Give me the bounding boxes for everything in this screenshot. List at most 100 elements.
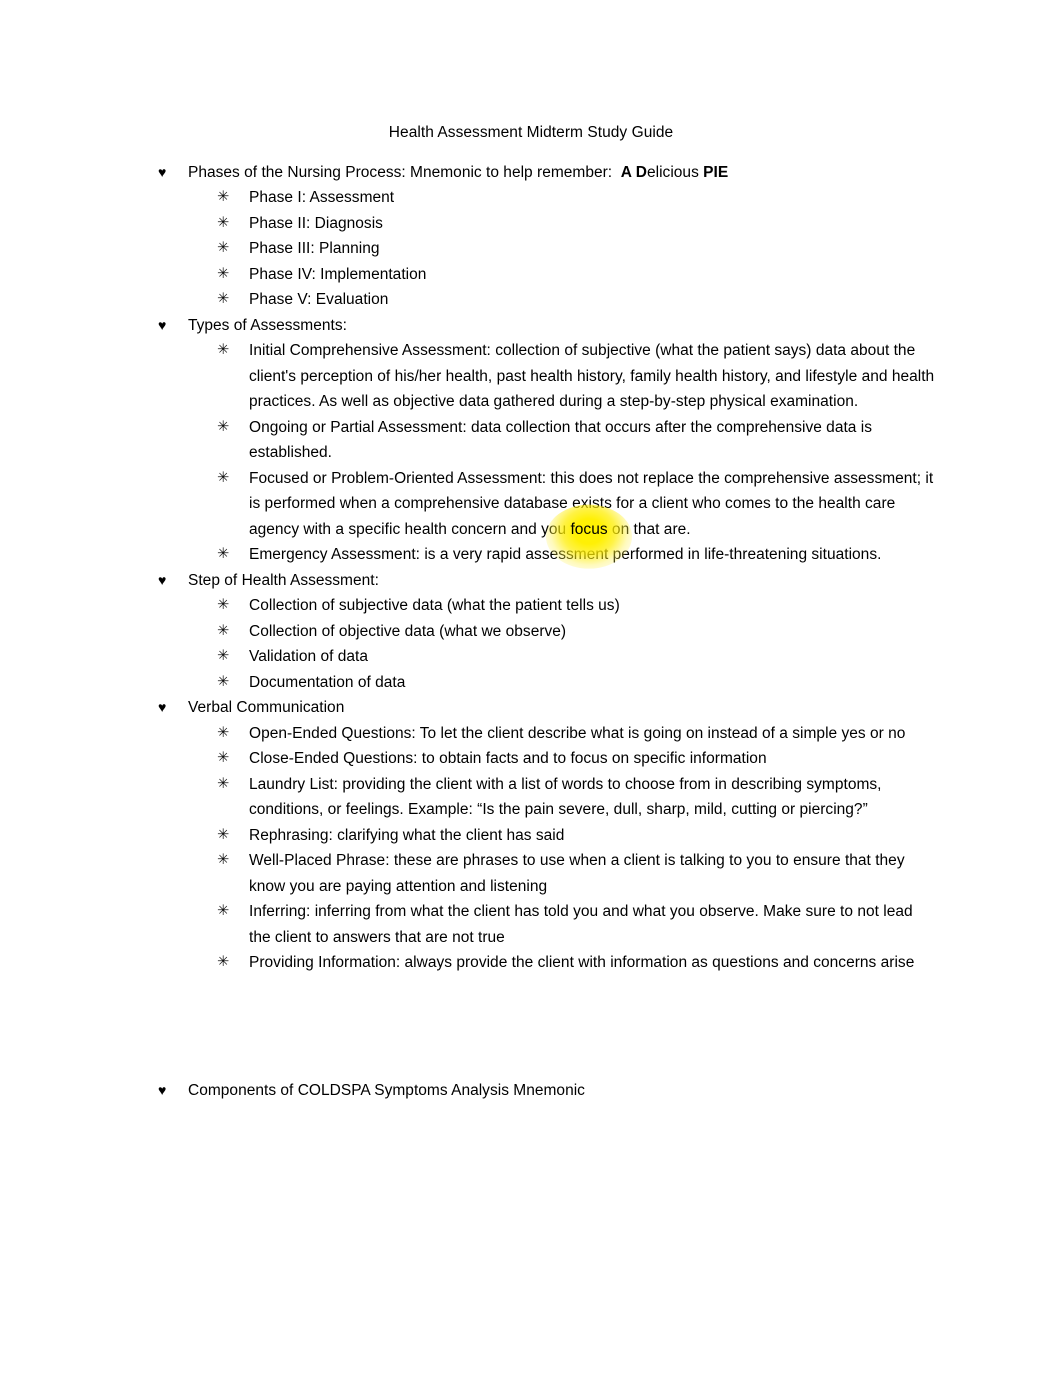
list-item: ✳ Phase I: Assessment (0, 185, 1062, 211)
section-heading-coldspa: ♥ Components of COLDSPA Symptoms Analysi… (0, 1078, 1062, 1104)
sublist-verbal: ✳ Open-Ended Questions: To let the clien… (0, 721, 1062, 976)
list-item-text: Collection of subjective data (what the … (249, 597, 620, 614)
asterisk-bullet-icon: ✳ (217, 750, 230, 766)
section-coldspa: ♥ Components of COLDSPA Symptoms Analysi… (0, 1078, 1062, 1104)
heart-bullet-icon: ♥ (158, 571, 167, 588)
section-heading-phases: ♥ Phases of the Nursing Process: Mnemoni… (0, 160, 1062, 186)
list-item-text: Collection of objective data (what we ob… (249, 622, 567, 640)
list-item-line: ✳ Documentation of data (0, 670, 1062, 696)
page-title: Health Assessment Midterm Study Guide (388, 124, 674, 141)
list-item: ✳ Providing Information: always provide … (0, 950, 1062, 976)
list-item: ✳ Collection of subjective data (what th… (0, 593, 1062, 619)
list-item-line: ✳ Providing Information: always provide … (0, 950, 1062, 976)
list-item-text: Close-Ended Questions: to obtain facts a… (249, 750, 767, 767)
list-item-line: ✳ Phase V: Evaluation (0, 287, 1062, 313)
section-heading-verbal: ♥ Verbal Communication (0, 695, 1062, 721)
list-item: ✳ Close-Ended Questions: to obtain facts… (0, 746, 1062, 772)
list-item-line: ✳ Focused or Problem-Oriented Assessment… (0, 466, 1062, 543)
list-item: ✳ Validation of data (0, 644, 1062, 670)
list-item-text: Well-Placed Phrase: these are phrases to… (249, 852, 905, 895)
list-item-focused-assessment: ✳ Focused or Problem-Oriented Assessment… (0, 466, 1062, 543)
list-item-line: ✳ Inferring: inferring from what the cli… (0, 899, 1062, 950)
asterisk-bullet-icon: ✳ (217, 291, 230, 307)
list-item-line: ✳ Well-Placed Phrase: these are phrases … (0, 848, 1062, 899)
asterisk-bullet-icon: ✳ (217, 673, 230, 690)
section-heading-steps: ♥ Step of Health Assessment: (0, 568, 1062, 594)
list-item-text: Providing Information: always provide th… (249, 954, 915, 971)
highlighted-word-focus: focus (570, 517, 607, 543)
vertical-gap (0, 976, 1062, 1078)
asterisk-bullet-icon: ✳ (217, 852, 230, 868)
asterisk-bullet-icon: ✳ (217, 342, 230, 358)
heading-text-part-1: Phases of the Nursing Process: Mnemonic … (188, 163, 621, 181)
asterisk-bullet-icon: ✳ (217, 775, 230, 792)
section-verbal-communication: ♥ Verbal Communication ✳ Open-Ended Ques… (0, 695, 1062, 976)
sublist-phases: ✳ Phase I: Assessment ✳ Phase II: Diagno… (0, 185, 1062, 313)
focused-text-after: on that are. (607, 520, 691, 538)
list-item-text: Phase III: Planning (249, 240, 380, 257)
list-item-text: Phase IV: Implementation (249, 265, 427, 283)
asterisk-bullet-icon: ✳ (217, 214, 230, 231)
list-item-line: ✳ Collection of objective data (what we … (0, 619, 1062, 645)
asterisk-bullet-icon: ✳ (217, 597, 230, 613)
blank-spacer-block (0, 976, 1062, 1078)
list-item: ✳ Open-Ended Questions: To let the clien… (0, 721, 1062, 747)
heading-bold-pie: PIE (703, 163, 729, 181)
list-item: ✳ Inferring: inferring from what the cli… (0, 899, 1062, 950)
list-item: ✳ Laundry List: providing the client wit… (0, 772, 1062, 823)
list-item-text: Rephrasing: clarifying what the client h… (249, 826, 565, 844)
list-item: ✳ Phase II: Diagnosis (0, 211, 1062, 237)
section-heading-types: ♥ Types of Assessments: (0, 313, 1062, 339)
list-item-text: Documentation of data (249, 673, 406, 691)
asterisk-bullet-icon: ✳ (217, 418, 230, 435)
outline-list: ♥ Phases of the Nursing Process: Mnemoni… (0, 160, 1062, 1104)
list-item-line: ✳ Close-Ended Questions: to obtain facts… (0, 746, 1062, 772)
asterisk-bullet-icon: ✳ (217, 265, 230, 282)
list-item-text: Inferring: inferring from what the clien… (249, 903, 913, 946)
asterisk-bullet-icon: ✳ (217, 240, 230, 256)
asterisk-bullet-icon: ✳ (217, 826, 230, 843)
section-phases-of-nursing-process: ♥ Phases of the Nursing Process: Mnemoni… (0, 160, 1062, 313)
list-item-line: ✳ Validation of data (0, 644, 1062, 670)
list-item: ✳ Phase V: Evaluation (0, 287, 1062, 313)
list-item: ✳ Ongoing or Partial Assessment: data co… (0, 415, 1062, 466)
list-item: ✳ Phase IV: Implementation (0, 262, 1062, 288)
heading-text: Components of COLDSPA Symptoms Analysis … (188, 1081, 585, 1099)
asterisk-bullet-icon: ✳ (217, 648, 230, 664)
list-item-text: Phase II: Diagnosis (249, 214, 383, 232)
heading-text-part-2: elicious (646, 163, 704, 181)
sublist-steps: ✳ Collection of subjective data (what th… (0, 593, 1062, 695)
section-types-of-assessments: ♥ Types of Assessments: ✳ Initial Compre… (0, 313, 1062, 568)
list-item: ✳ Initial Comprehensive Assessment: coll… (0, 338, 1062, 415)
list-item-text: Initial Comprehensive Assessment: collec… (249, 342, 935, 410)
asterisk-bullet-icon: ✳ (217, 622, 230, 639)
list-item-line: ✳ Emergency Assessment: is a very rapid … (0, 542, 1062, 568)
list-item: ✳ Emergency Assessment: is a very rapid … (0, 542, 1062, 568)
list-item: ✳ Documentation of data (0, 670, 1062, 696)
list-item: ✳ Rephrasing: clarifying what the client… (0, 823, 1062, 849)
list-item-line: ✳ Laundry List: providing the client wit… (0, 772, 1062, 823)
asterisk-bullet-icon: ✳ (217, 546, 230, 562)
list-item: ✳ Collection of objective data (what we … (0, 619, 1062, 645)
list-item-line: ✳ Rephrasing: clarifying what the client… (0, 823, 1062, 849)
list-item-text: Phase V: Evaluation (249, 291, 389, 308)
document-page: Health Assessment Midterm Study Guide ♥ … (0, 0, 1062, 1377)
heart-bullet-icon: ♥ (158, 316, 167, 333)
list-item-text: Ongoing or Partial Assessment: data coll… (249, 418, 872, 462)
asterisk-bullet-icon: ✳ (217, 189, 230, 205)
list-item-text: Laundry List: providing the client with … (249, 775, 882, 819)
heart-bullet-icon: ♥ (158, 163, 167, 180)
title-spacer (0, 146, 1062, 160)
list-item-line: ✳ Ongoing or Partial Assessment: data co… (0, 415, 1062, 466)
list-item-line: ✳ Phase IV: Implementation (0, 262, 1062, 288)
asterisk-bullet-icon: ✳ (217, 469, 230, 486)
heading-text: Step of Health Assessment: (188, 571, 379, 589)
list-item-line: ✳ Phase II: Diagnosis (0, 211, 1062, 237)
list-item-line: ✳ Initial Comprehensive Assessment: coll… (0, 338, 1062, 415)
asterisk-bullet-icon: ✳ (217, 954, 230, 970)
heart-bullet-icon: ♥ (158, 699, 167, 715)
list-item: ✳ Phase III: Planning (0, 236, 1062, 262)
section-step-of-health-assessment: ♥ Step of Health Assessment: ✳ Collectio… (0, 568, 1062, 696)
list-item-text: Emergency Assessment: is a very rapid as… (249, 546, 882, 563)
list-item-line: ✳ Open-Ended Questions: To let the clien… (0, 721, 1062, 747)
